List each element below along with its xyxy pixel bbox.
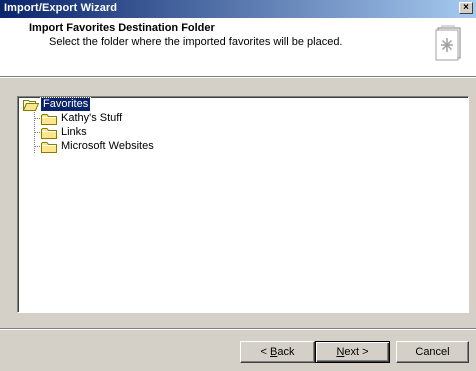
tree-node-label: Kathy's Stuff (61, 112, 123, 124)
folder-icon (41, 128, 57, 139)
close-icon: × (463, 2, 469, 13)
wizard-header: Import Favorites Destination Folder Sele… (0, 18, 476, 76)
window-title: Import/Export Wizard (4, 2, 118, 14)
footer-divider (0, 328, 476, 330)
tree-node-microsoft-websites[interactable]: Microsoft Websites (41, 140, 181, 154)
back-button[interactable]: < Back (240, 341, 315, 363)
tree-node-favorites[interactable]: Favorites (23, 97, 103, 112)
wizard-page-icon (435, 25, 461, 61)
page-subtitle: Select the folder where the imported fav… (49, 36, 343, 48)
folder-icon (41, 142, 57, 153)
title-bar[interactable]: Import/Export Wizard × (0, 0, 476, 18)
import-export-wizard-window: Import/Export Wizard × Import Favorites … (0, 0, 476, 371)
tree-node-label: Microsoft Websites (61, 140, 154, 152)
tree-node-links[interactable]: Links (41, 126, 121, 140)
page-title: Import Favorites Destination Folder (29, 22, 215, 34)
next-button[interactable]: Next > (315, 341, 390, 363)
tree-node-label: Favorites (39, 97, 92, 112)
cancel-button[interactable]: Cancel (396, 341, 469, 363)
folder-tree[interactable]: Favorites Kathy's Stuff Links Microsoft … (17, 96, 469, 313)
header-divider (0, 76, 476, 78)
close-button[interactable]: × (459, 2, 473, 14)
folder-icon (41, 114, 57, 125)
folder-open-icon (23, 100, 39, 111)
tree-node-kathys-stuff[interactable]: Kathy's Stuff (41, 112, 161, 126)
tree-node-label: Links (61, 126, 87, 138)
